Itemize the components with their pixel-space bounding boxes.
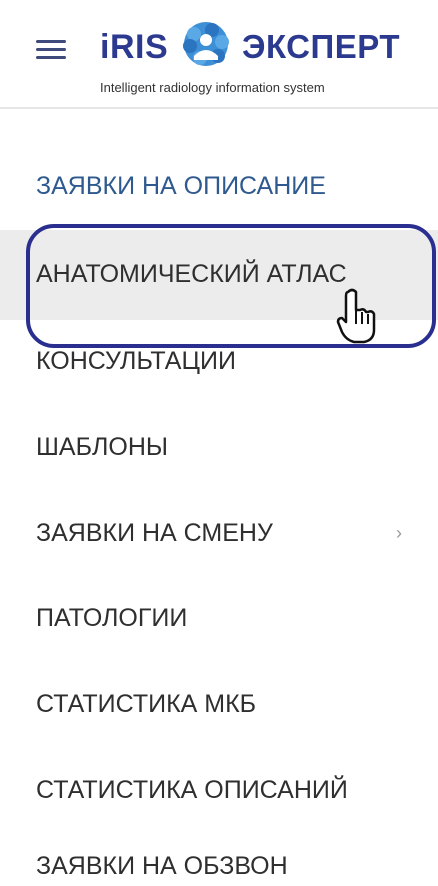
hand-pointer-icon: [336, 288, 376, 344]
app-header: iRIS ЭКСПЕРТ Intelligent radiology infor…: [0, 0, 438, 108]
logo-word-right: ЭКСПЕРТ: [242, 28, 400, 65]
nav-item-description-statistics[interactable]: СТАТИСТИКА ОПИСАНИЙ: [36, 770, 426, 810]
nav-item-icd-statistics[interactable]: СТАТИСТИКА МКБ: [36, 684, 426, 724]
hamburger-line: [36, 56, 66, 59]
nav-item-shift-requests[interactable]: ЗАЯВКИ НА СМЕНУ ›: [36, 513, 426, 553]
nav-section-title[interactable]: ЗАЯВКИ НА ОПИСАНИЕ: [36, 166, 426, 206]
logo[interactable]: iRIS ЭКСПЕРТ Intelligent radiology infor…: [100, 10, 400, 100]
hamburger-line: [36, 40, 66, 43]
nav-item-call-requests[interactable]: ЗАЯВКИ НА ОБЗВОН: [36, 846, 426, 886]
chevron-right-icon: ›: [396, 523, 402, 543]
logo-tagline: Intelligent radiology information system: [100, 80, 325, 95]
logo-word-left: iRIS: [100, 28, 169, 66]
nav-item-label: ЗАЯВКИ НА СМЕНУ: [36, 519, 273, 547]
hamburger-line: [36, 48, 66, 51]
header-divider: [0, 107, 438, 109]
brain-icon: [183, 22, 229, 66]
nav-item-templates[interactable]: ШАБЛОНЫ: [36, 427, 426, 467]
hamburger-menu-icon[interactable]: [36, 40, 66, 60]
nav-item-pathologies[interactable]: ПАТОЛОГИИ: [36, 598, 426, 638]
